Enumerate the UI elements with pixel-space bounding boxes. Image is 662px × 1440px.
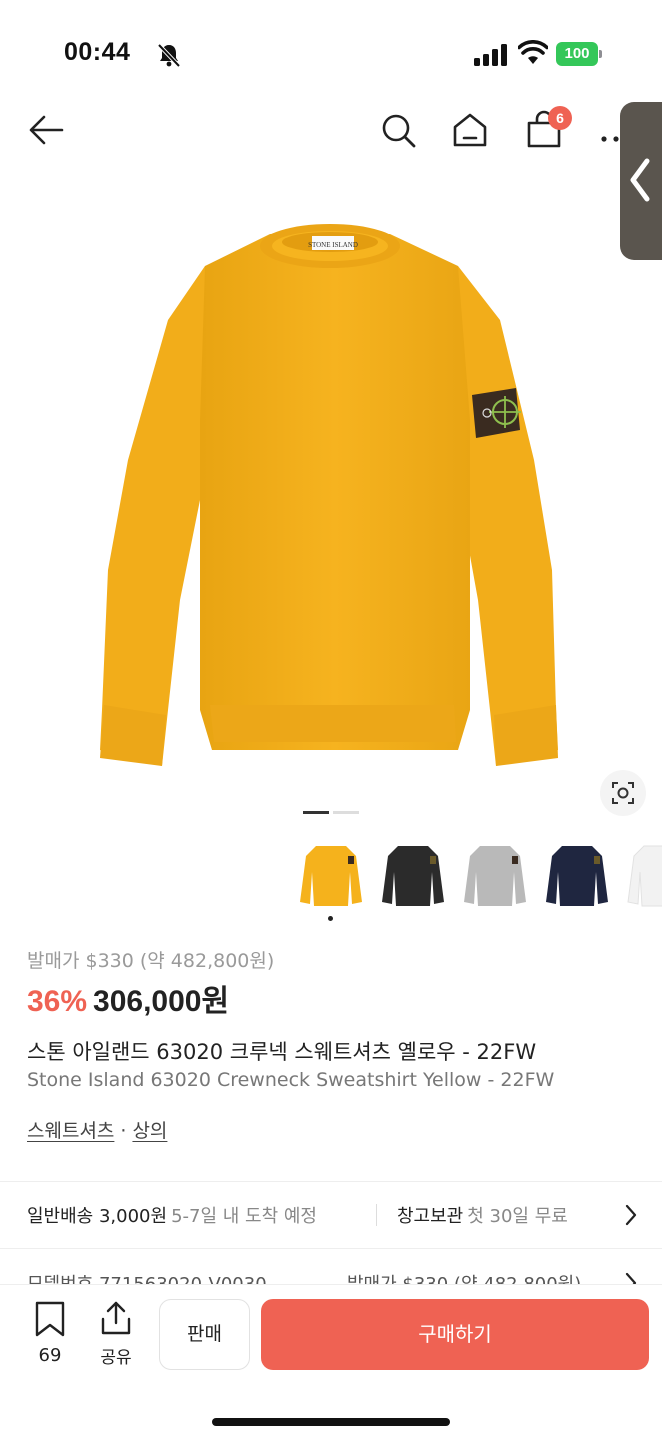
battery-tip [599,50,602,58]
chevron-right-icon [625,1204,637,1226]
storage-free-period: 첫 30일 무료 [467,1206,568,1227]
bottom-action-bar: 69 공유 판매 구매하기 [0,1284,662,1440]
category-breadcrumb: 스웨트셔츠 · 상의 [27,1116,167,1143]
cart-count-badge: 6 [548,106,572,130]
pager-indicator-active [303,811,329,814]
pager-indicator [333,811,359,814]
product-title-korean: 스톤 아일랜드 63020 크루넥 스웨트셔츠 옐로우 - 22FW [27,1040,537,1064]
home-icon[interactable] [450,110,490,150]
search-icon[interactable] [378,110,418,150]
share-label: 공유 [100,1348,132,1368]
buy-button[interactable]: 구매하기 [261,1299,649,1370]
thumbnail-grey[interactable] [460,832,530,912]
wifi-icon [518,40,548,64]
svg-text:STONE ISLAND: STONE ISLAND [308,241,358,249]
price-row: 36% 306,000원 [27,976,229,1020]
wishlist-button[interactable]: 69 [30,1301,70,1366]
lens-scan-icon [612,782,634,804]
signal-icon [474,44,507,66]
bell-off-icon [157,43,181,68]
battery-indicator: 100 [556,42,602,66]
wishlist-count: 69 [38,1345,62,1366]
image-search-button[interactable] [600,770,646,816]
product-info-row[interactable]: 모델번호 771563020-V0030 발매가 $330 (약 482,800… [27,1266,647,1286]
share-icon [101,1301,131,1335]
status-bar: 00:44 100 [0,0,662,100]
category-link-tops[interactable]: 상의 [132,1120,167,1142]
sell-button[interactable]: 판매 [159,1299,250,1370]
status-time: 00:44 [64,38,131,66]
category-separator: · [120,1120,127,1142]
vertical-divider [376,1204,377,1226]
product-image[interactable]: STONE ISLAND [0,170,662,810]
share-button[interactable]: 공유 [94,1301,138,1368]
product-title-english: Stone Island 63020 Crewneck Sweatshirt Y… [27,1069,555,1091]
original-price: 발매가 $330 (약 482,800원) [27,950,275,972]
thumbnail-navy[interactable] [542,832,612,912]
shipping-info: 일반배송 3,000원 5-7일 내 도착 예정 [27,1202,317,1228]
color-thumbnails [296,832,662,922]
back-arrow-icon[interactable] [26,110,66,150]
category-link-sweatshirt[interactable]: 스웨트셔츠 [27,1120,114,1142]
storage-info: 창고보관 첫 30일 무료 [397,1202,568,1228]
selected-thumbnail-dot [328,916,333,921]
thumbnail-white[interactable] [624,832,662,912]
bookmark-icon [35,1301,65,1337]
thumbnail-black[interactable] [378,832,448,912]
storage-label: 창고보관 [397,1206,464,1227]
shipping-eta: 5-7일 내 도착 예정 [171,1206,317,1227]
shipping-fee: 일반배송 3,000원 [27,1206,168,1227]
discount-rate: 36% [27,985,88,1018]
battery-level: 100 [556,42,598,66]
image-pager [303,811,359,814]
shipping-row[interactable]: 일반배송 3,000원 5-7일 내 도착 예정 창고보관 첫 30일 무료 [27,1182,647,1248]
sale-price: 306,000원 [93,985,230,1018]
divider [0,1248,662,1249]
home-indicator [212,1418,450,1426]
thumbnail-yellow[interactable] [296,832,366,912]
